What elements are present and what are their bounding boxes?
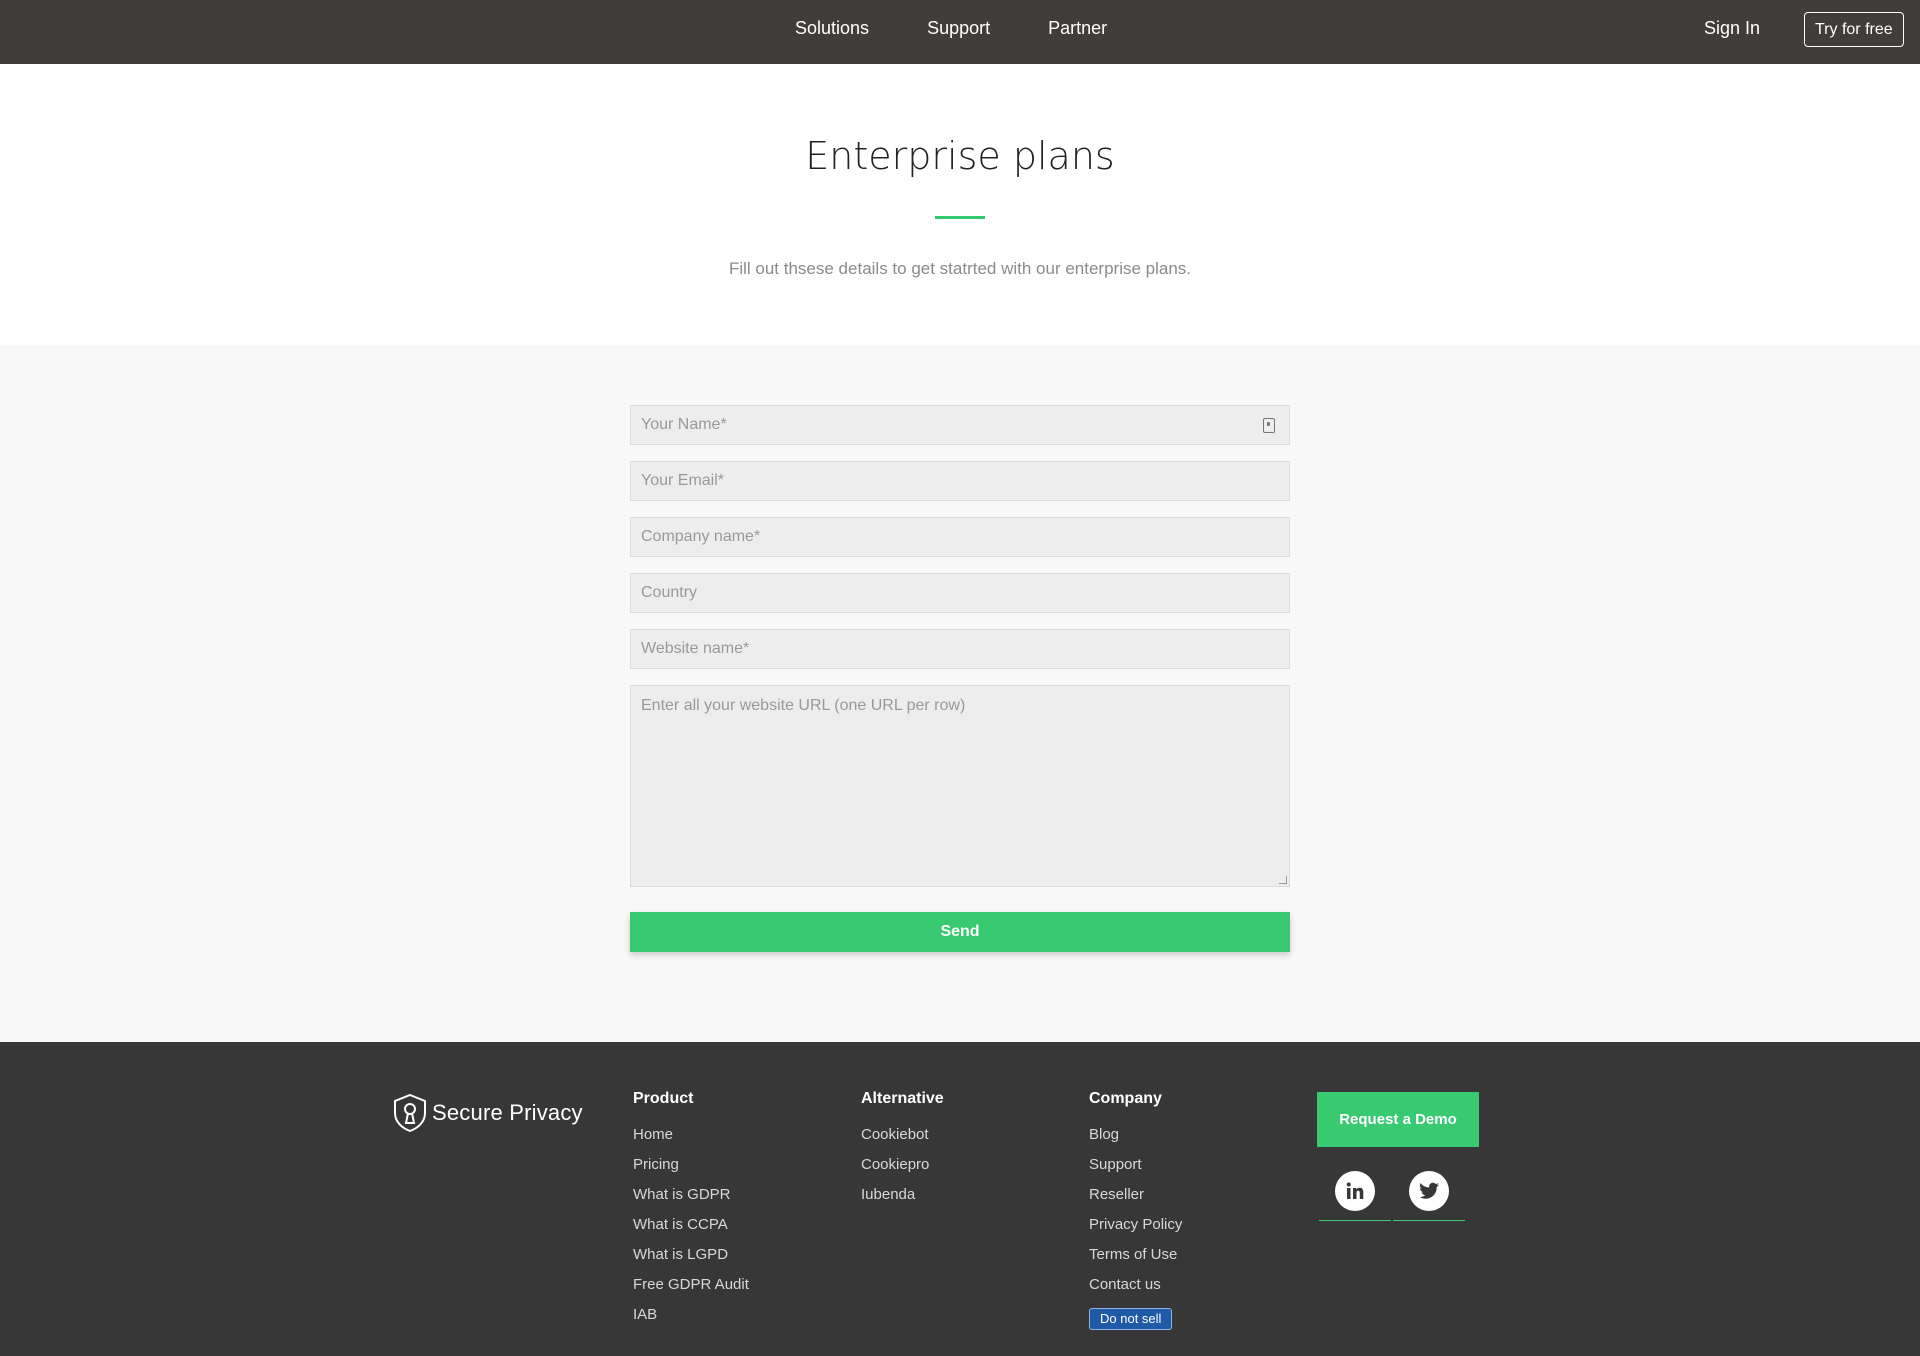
name-field-placeholder: Your Name* [641,416,727,433]
footer-column-product: Product Home Pricing What is GDPR What i… [633,1090,749,1336]
footer-link-privacy-policy[interactable]: Privacy Policy [1089,1216,1182,1234]
request-demo-button[interactable]: Request a Demo [1317,1092,1479,1147]
country-field-placeholder: Country [641,584,698,601]
footer-link-what-is-lgpd[interactable]: What is LGPD [633,1246,749,1264]
footer-link-what-is-gdpr[interactable]: What is GDPR [633,1186,749,1204]
page-subtitle: Fill out thsese details to get statrted … [728,259,1192,278]
enterprise-form: Your Name* Your Email* Company name* Cou… [630,405,1290,952]
nav-link-partner[interactable]: Partner [1048,0,1107,56]
nav-link-solutions[interactable]: Solutions [795,0,869,56]
footer-link-what-is-ccpa[interactable]: What is CCPA [633,1216,749,1234]
send-button[interactable]: Send [630,912,1290,952]
email-field[interactable]: Your Email* [630,461,1290,501]
nav-link-support[interactable]: Support [927,0,990,56]
linkedin-link[interactable] [1319,1171,1391,1221]
footer-link-iubenda[interactable]: Iubenda [861,1186,944,1204]
footer-link-iab[interactable]: IAB [633,1306,749,1324]
twitter-icon [1409,1171,1449,1211]
footer-link-blog[interactable]: Blog [1089,1126,1182,1144]
resize-handle-icon[interactable] [1279,876,1287,884]
footer-link-home[interactable]: Home [633,1126,749,1144]
footer-link-support[interactable]: Support [1089,1156,1182,1174]
footer-column-company: Company Blog Support Reseller Privacy Po… [1089,1090,1182,1330]
footer-link-cookiepro[interactable]: Cookiepro [861,1156,944,1174]
footer-link-contact-us[interactable]: Contact us [1089,1276,1182,1294]
do-not-sell-badge[interactable]: Do not sell [1089,1308,1173,1330]
footer-link-terms-of-use[interactable]: Terms of Use [1089,1246,1182,1264]
page-title: Enterprise plans [805,134,1115,178]
website-urls-textarea[interactable]: Enter all your website URL (one URL per … [630,685,1290,887]
country-field[interactable]: Country [630,573,1290,613]
footer-column-alternative: Alternative Cookiebot Cookiepro Iubenda [861,1090,944,1216]
footer-link-pricing[interactable]: Pricing [633,1156,749,1174]
hero-section: Enterprise plans Fill out thsese details… [0,64,1920,345]
footer-heading-product: Product [633,1090,694,1107]
email-field-placeholder: Your Email* [641,472,725,489]
footer-link-free-gdpr-audit[interactable]: Free GDPR Audit [633,1276,749,1294]
shield-keyhole-icon [394,1093,426,1133]
website-field-placeholder: Website name* [641,640,750,657]
footer-logo[interactable]: Secure Privacy [392,1093,583,1133]
urls-textarea-placeholder: Enter all your website URL (one URL per … [641,697,966,714]
footer-heading-alternative: Alternative [861,1090,944,1107]
sign-in-link[interactable]: Sign In [1704,0,1760,56]
footer-link-cookiebot[interactable]: Cookiebot [861,1126,944,1144]
website-name-field[interactable]: Website name* [630,629,1290,669]
linkedin-icon [1335,1171,1375,1211]
autofill-contact-icon[interactable] [1263,418,1275,433]
twitter-link[interactable] [1393,1171,1465,1221]
nav-links: Solutions Support Partner [0,0,1920,64]
name-field[interactable]: Your Name* [630,405,1290,445]
top-navbar: Solutions Support Partner Sign In Try fo… [0,0,1920,64]
brand-name: Secure Privacy [432,1100,583,1125]
company-name-field[interactable]: Company name* [630,517,1290,557]
try-for-free-button[interactable]: Try for free [1804,12,1904,47]
footer: Secure Privacy Product Home Pricing What… [0,1042,1920,1356]
company-field-placeholder: Company name* [641,528,761,545]
footer-heading-company: Company [1089,1090,1162,1107]
title-divider [935,216,985,219]
footer-link-reseller[interactable]: Reseller [1089,1186,1182,1204]
